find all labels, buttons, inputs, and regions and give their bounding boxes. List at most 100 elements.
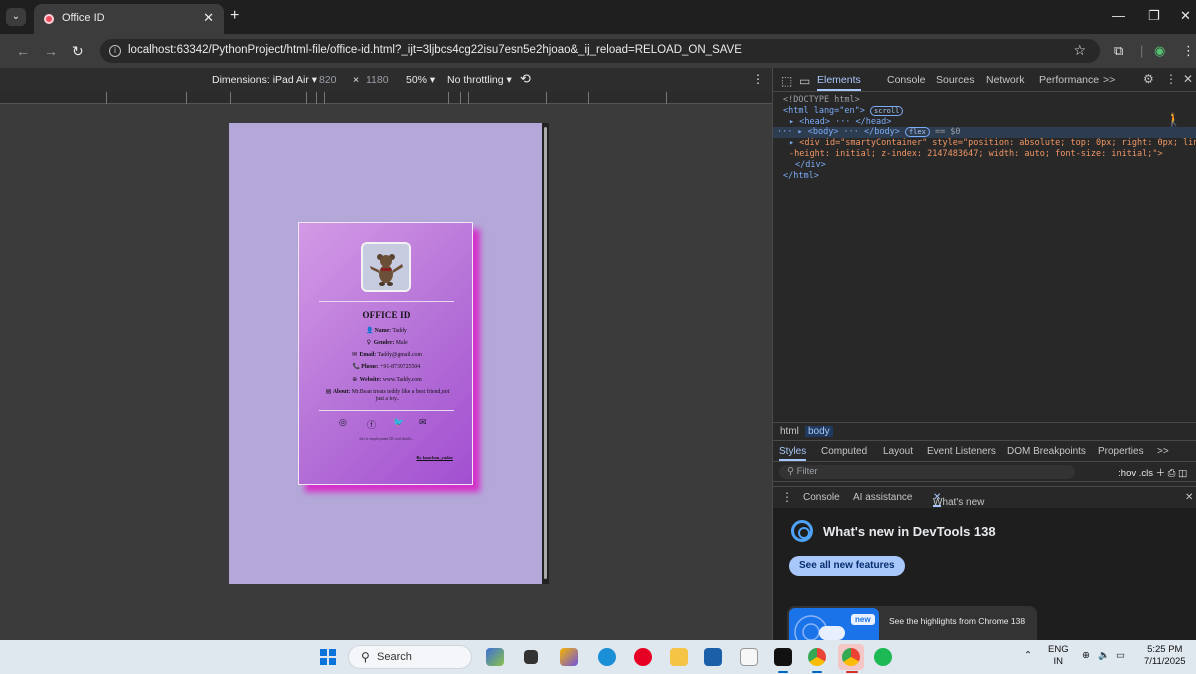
more-tabs-icon[interactable]: >> <box>1103 74 1115 86</box>
twitter-icon[interactable]: 🐦 <box>393 418 404 428</box>
tab-performance[interactable]: Performance <box>1039 74 1099 86</box>
instagram-icon[interactable]: ◎ <box>339 418 347 428</box>
close-window-icon[interactable]: ✕ <box>1180 8 1191 24</box>
website-value: www.Taddy.com <box>382 377 422 383</box>
task-view-icon[interactable] <box>524 650 538 664</box>
devtools-close-icon[interactable]: ✕ <box>1183 72 1193 86</box>
dom-body-node[interactable]: ··· ▸ <body> ··· </body> flex == $0 <box>777 127 961 138</box>
tab-elements[interactable]: Elements <box>817 74 861 91</box>
forward-icon[interactable]: → <box>44 43 58 59</box>
device-width[interactable]: 820 <box>319 74 337 86</box>
tab-search-button[interactable]: ⌄ <box>6 8 26 26</box>
dom-head-node[interactable]: ▸ <head> ··· </head> <box>789 117 891 128</box>
back-icon[interactable]: ← <box>16 43 30 59</box>
chrome-icon[interactable] <box>808 648 826 666</box>
crumb-html[interactable]: html <box>777 426 802 437</box>
devtools-menu-icon[interactable]: ⋮ <box>1165 72 1177 86</box>
inspect-icon[interactable]: ⬚ <box>781 74 792 88</box>
tab-computed[interactable]: Computed <box>821 446 867 457</box>
scroll-badge[interactable]: scroll <box>870 106 904 116</box>
see-all-features-button[interactable]: See all new features <box>789 556 905 576</box>
device-more-icon[interactable]: ⋮ <box>752 72 764 86</box>
omnibox[interactable]: i localhost:63342/PythonProject/html-fil… <box>100 39 1100 63</box>
tab-console[interactable]: Console <box>887 74 926 86</box>
widgets-icon[interactable] <box>486 648 504 666</box>
accessibility-icon[interactable]: 🚶 <box>1166 112 1182 128</box>
rotate-icon[interactable]: ⟲ <box>520 71 531 87</box>
language-indicator[interactable]: ENG IN <box>1048 644 1069 668</box>
tab-event-listeners[interactable]: Event Listeners <box>927 446 996 457</box>
elements-tree[interactable]: <!DOCTYPE html> <html lang="en"> scroll … <box>773 92 1196 422</box>
device-height[interactable]: 1180 <box>366 74 389 86</box>
media-query-ruler[interactable] <box>0 92 772 104</box>
settings-gear-icon[interactable]: ⚙ <box>1143 72 1154 86</box>
crumb-body[interactable]: body <box>805 426 833 437</box>
tab-whats-new[interactable]: What's new ✕ <box>933 492 984 508</box>
tray-overflow-icon[interactable]: ⌃ <box>1024 650 1032 662</box>
network-icon[interactable]: ⊕ <box>1082 650 1090 662</box>
file-explorer-icon[interactable] <box>670 648 688 666</box>
spotify-icon[interactable] <box>874 648 892 666</box>
throttling-select[interactable]: No throttling ▾ <box>447 74 512 86</box>
zoom-select[interactable]: 50% ▾ <box>406 74 435 86</box>
tab-properties[interactable]: Properties <box>1098 446 1144 457</box>
volume-icon[interactable]: 🔈 <box>1098 650 1110 662</box>
mail-icon[interactable]: ✉ <box>419 418 427 428</box>
tab-sources[interactable]: Sources <box>936 74 975 86</box>
tab-drawer-console[interactable]: Console <box>803 492 840 503</box>
edge-icon[interactable] <box>598 648 616 666</box>
drawer-close-icon[interactable]: ✕ <box>1185 492 1193 503</box>
browser-tab-bar: ⌄ Office ID ✕ + — ❐ ✕ <box>0 0 1196 34</box>
browser-menu-icon[interactable]: ⋮ <box>1182 43 1195 59</box>
url-text[interactable]: localhost:63342/PythonProject/html-file/… <box>128 44 742 56</box>
device-toggle-icon[interactable]: ▭ <box>799 74 810 88</box>
facebook-icon[interactable]: ⓕ <box>367 418 376 431</box>
notepad-icon[interactable] <box>740 648 758 666</box>
tab-layout[interactable]: Layout <box>883 446 913 457</box>
minimize-icon[interactable]: — <box>1112 8 1125 23</box>
app-active-indicator <box>846 671 858 673</box>
drawer-menu-icon[interactable]: ⋮ <box>781 490 793 504</box>
dom-doctype[interactable]: <!DOCTYPE html> <box>783 95 860 106</box>
clock[interactable]: 5:25 PM 7/11/2025 <box>1144 644 1186 668</box>
site-info-icon[interactable]: i <box>109 45 121 57</box>
profile-icon[interactable]: ◉ <box>1154 43 1165 59</box>
new-tab-button[interactable]: + <box>230 8 239 24</box>
card-byline[interactable]: By kanchan_yadav <box>416 455 453 460</box>
bookmark-star-icon[interactable]: ☆ <box>1073 42 1086 59</box>
restore-icon[interactable]: ❐ <box>1148 8 1160 24</box>
reload-icon[interactable]: ↻ <box>72 43 84 60</box>
tab-dom-breakpoints[interactable]: DOM Breakpoints <box>1007 446 1086 457</box>
styles-filter-bar: ⚲ Filter :hov .cls ＋ ⎙ ◫ <box>773 462 1196 482</box>
tab-styles[interactable]: Styles <box>779 446 807 461</box>
hov-cls-toggles[interactable]: :hov .cls <box>1118 468 1153 479</box>
copilot-icon[interactable] <box>560 648 578 666</box>
pinterest-icon[interactable] <box>634 648 652 666</box>
email-value: Taddy@gmail.com <box>377 352 422 358</box>
drawer-tab-bar: ⋮ Console AI assistance What's new ✕ ✕ <box>773 486 1196 508</box>
person-icon: 👤 <box>366 327 374 334</box>
device-select[interactable]: Dimensions: iPad Air ▾ <box>212 74 317 86</box>
store-icon[interactable] <box>704 648 722 666</box>
email-label: Email: <box>359 352 377 358</box>
extensions-icon[interactable]: ⧉ <box>1114 43 1123 59</box>
flex-badge[interactable]: flex <box>904 127 930 137</box>
dom-html-text: <html lang="en"> <box>783 106 865 116</box>
windows-start-icon[interactable] <box>320 649 336 665</box>
chrome-active-tile[interactable] <box>838 644 864 670</box>
dom-div-node[interactable]: ▸ <div id="smartyContainer" style="posit… <box>789 138 1196 149</box>
dom-html-node[interactable]: <html lang="en"> scroll <box>783 106 904 117</box>
browser-tab[interactable]: Office ID ✕ <box>34 4 224 34</box>
pycharm-icon[interactable] <box>774 648 792 666</box>
tab-ai-assistance[interactable]: AI assistance <box>853 492 912 503</box>
filter-input[interactable]: ⚲ Filter <box>779 465 1075 479</box>
filter-tools[interactable]: :hov .cls ＋ ⎙ ◫ <box>1118 465 1187 479</box>
taskbar-search[interactable]: ⚲ Search <box>348 645 472 669</box>
highlights-card[interactable]: new See the highlights from Chrome 138 <box>787 606 1037 640</box>
device-scrollbar[interactable] <box>542 123 549 584</box>
more-style-tabs-icon[interactable]: >> <box>1157 446 1169 457</box>
battery-icon[interactable]: ▭ <box>1116 650 1125 662</box>
dimension-times: × <box>353 74 360 86</box>
tab-close-icon[interactable]: ✕ <box>203 10 214 26</box>
tab-network[interactable]: Network <box>986 74 1025 86</box>
